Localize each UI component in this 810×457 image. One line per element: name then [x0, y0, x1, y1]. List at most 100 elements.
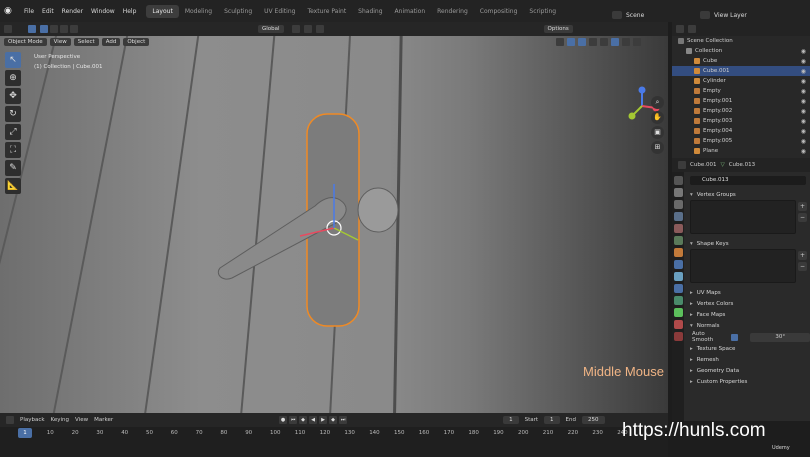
outliner-row[interactable]: Cylinder ◉ — [672, 76, 810, 86]
select-mode-invert-icon[interactable] — [70, 25, 78, 33]
tab-modeling[interactable]: Modeling — [179, 5, 218, 18]
transform-orientation-dropdown[interactable]: Global — [258, 25, 284, 33]
auto-smooth-checkbox[interactable] — [731, 333, 739, 341]
visibility-eye-icon[interactable]: ◉ — [801, 148, 806, 155]
playback-menu[interactable]: Playback — [20, 417, 45, 423]
outliner-row[interactable]: Empty.004 ◉ — [672, 126, 810, 136]
menu-help[interactable]: Help — [119, 8, 141, 15]
normals-panel[interactable]: ▾ Normals — [686, 320, 810, 331]
outliner-row[interactable]: Empty ◉ — [672, 86, 810, 96]
outliner-row[interactable]: Empty.003 ◉ — [672, 116, 810, 126]
object-menu[interactable]: Object — [123, 38, 150, 46]
tab-compositing[interactable]: Compositing — [474, 5, 524, 18]
menu-window[interactable]: Window — [87, 8, 119, 15]
outliner-row[interactable]: Plane ◉ — [672, 146, 810, 156]
3d-viewport[interactable]: User Perspective (1) Collection | Cube.0… — [0, 36, 668, 413]
outliner-row[interactable]: Empty.005 ◉ — [672, 136, 810, 146]
vertex-colors-panel[interactable]: ▸ Vertex Colors — [686, 298, 810, 309]
pan-hand-icon[interactable]: ✋ — [651, 111, 664, 124]
shading-material-icon[interactable] — [622, 38, 631, 46]
zoom-icon[interactable]: ⌕ — [651, 96, 664, 109]
cursor-tool-icon[interactable]: ⊕ — [5, 70, 21, 86]
add-menu[interactable]: Add — [101, 38, 121, 46]
texture-space-panel[interactable]: ▸ Texture Space — [686, 343, 810, 354]
custom-properties-panel[interactable]: ▸ Custom Properties — [686, 376, 810, 387]
object-mode-dropdown[interactable]: Object Mode — [4, 38, 47, 46]
snap-icon[interactable] — [303, 25, 312, 33]
marker-menu[interactable]: Marker — [94, 417, 113, 423]
material-tab-icon[interactable] — [673, 320, 683, 329]
shape-keys-list[interactable]: + − — [690, 249, 807, 283]
tool-tab-icon[interactable] — [673, 176, 683, 185]
tab-texture-paint[interactable]: Texture Paint — [301, 5, 352, 18]
tab-animation[interactable]: Animation — [389, 5, 432, 18]
particles-tab-icon[interactable] — [673, 272, 683, 281]
tab-shading[interactable]: Shading — [352, 5, 388, 18]
door-handle-model[interactable] — [0, 36, 668, 413]
playhead[interactable]: 1 — [18, 428, 32, 438]
record-icon[interactable]: ● — [279, 416, 288, 424]
uv-maps-panel[interactable]: ▸ UV Maps — [686, 287, 810, 298]
texture-tab-icon[interactable] — [673, 332, 683, 341]
timeline-ruler[interactable]: 1 11020304050607080901001101201301401501… — [0, 427, 668, 457]
xray-toggle-icon[interactable] — [589, 38, 598, 46]
jump-end-icon[interactable]: ⏭ — [339, 416, 348, 424]
rotate-tool-icon[interactable]: ↻ — [5, 106, 21, 122]
view-menu[interactable]: View — [49, 38, 71, 46]
select-box-icon[interactable] — [28, 25, 36, 33]
overlay-toggle-icon[interactable] — [578, 38, 587, 46]
render-tab-icon[interactable] — [673, 188, 683, 197]
view-layer-tab-icon[interactable] — [673, 212, 683, 221]
jump-start-icon[interactable]: ⏮ — [289, 416, 298, 424]
outliner-row[interactable]: Collection ◉ — [672, 46, 810, 56]
add-vertex-group-button[interactable]: + — [798, 202, 807, 211]
shading-wireframe-icon[interactable] — [600, 38, 609, 46]
grid-perspective-icon[interactable]: ⊞ — [651, 141, 664, 154]
mesh-data-tab-icon[interactable] — [673, 308, 683, 317]
filter-icon[interactable] — [688, 25, 696, 33]
select-menu[interactable]: Select — [73, 38, 99, 46]
current-frame-field[interactable]: 1 — [503, 416, 519, 424]
view-layer-selector[interactable]: View Layer — [700, 11, 747, 19]
visibility-eye-icon[interactable]: ◉ — [801, 68, 806, 75]
modifier-tab-icon[interactable] — [673, 260, 683, 269]
play-icon[interactable]: ▶ — [319, 416, 328, 424]
scene-selector[interactable]: Scene — [612, 11, 644, 19]
tab-scripting[interactable]: Scripting — [523, 5, 562, 18]
visibility-eye-icon[interactable]: ◉ — [801, 128, 806, 135]
shading-rendered-icon[interactable] — [633, 38, 642, 46]
visibility-eye-icon[interactable]: ◉ — [801, 108, 806, 115]
outliner-row[interactable]: Cube ◉ — [672, 56, 810, 66]
tab-uv-editing[interactable]: UV Editing — [258, 5, 301, 18]
visibility-eye-icon[interactable]: ◉ — [801, 78, 806, 85]
scene-collection-row[interactable]: Scene Collection — [672, 36, 810, 46]
move-tool-icon[interactable]: ✥ — [5, 88, 21, 104]
shape-keys-panel[interactable]: ▾ Shape Keys — [686, 238, 810, 249]
pivot-point-icon[interactable] — [291, 25, 300, 33]
menu-edit[interactable]: Edit — [38, 8, 58, 15]
visibility-eye-icon[interactable]: ◉ — [801, 48, 806, 55]
world-tab-icon[interactable] — [673, 236, 683, 245]
tab-layout[interactable]: Layout — [146, 4, 179, 18]
visibility-eye-icon[interactable]: ◉ — [801, 138, 806, 145]
visibility-eye-icon[interactable]: ◉ — [801, 88, 806, 95]
measure-tool-icon[interactable]: 📐 — [5, 178, 21, 194]
face-maps-panel[interactable]: ▸ Face Maps — [686, 309, 810, 320]
remove-shape-key-button[interactable]: − — [798, 262, 807, 271]
outliner-editor-icon[interactable] — [676, 25, 684, 33]
gizmo-toggle-icon[interactable] — [567, 38, 576, 46]
proportional-edit-icon[interactable] — [315, 25, 324, 33]
object-tab-icon[interactable] — [673, 248, 683, 257]
transform-tool-icon[interactable]: ⛶ — [5, 142, 21, 158]
outliner-row[interactable]: Empty.002 ◉ — [672, 106, 810, 116]
timeline-view-menu[interactable]: View — [75, 417, 88, 423]
end-frame-field[interactable]: 250 — [582, 416, 605, 424]
visibility-eye-icon[interactable]: ◉ — [801, 118, 806, 125]
shading-solid-icon[interactable] — [611, 38, 620, 46]
scale-tool-icon[interactable]: ⤢ — [5, 124, 21, 140]
vertex-groups-list[interactable]: + − — [690, 200, 807, 234]
auto-smooth-angle-field[interactable]: 30° — [750, 332, 810, 342]
menu-file[interactable]: File — [20, 8, 38, 15]
blender-logo-icon[interactable]: ◉ — [4, 5, 18, 17]
geometry-data-panel[interactable]: ▸ Geometry Data — [686, 365, 810, 376]
